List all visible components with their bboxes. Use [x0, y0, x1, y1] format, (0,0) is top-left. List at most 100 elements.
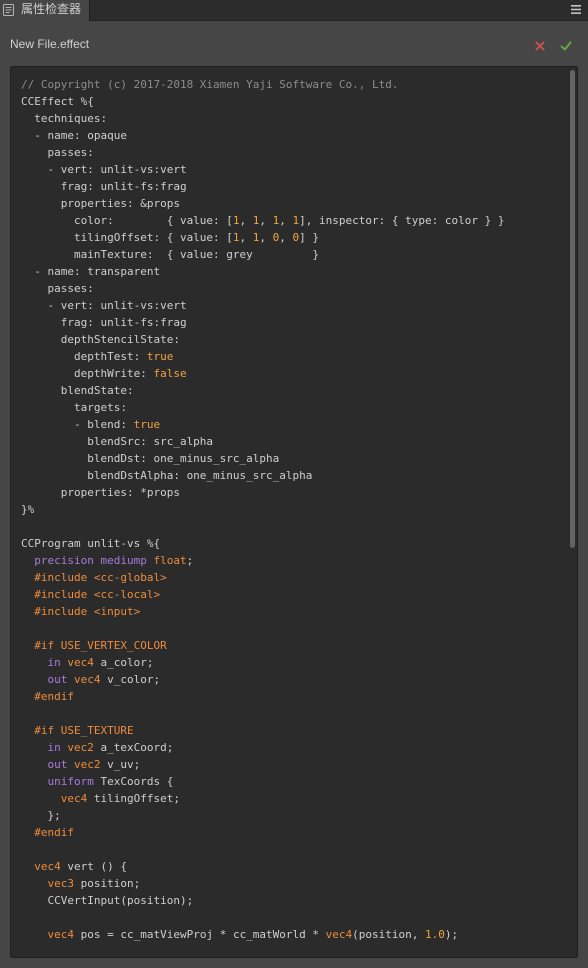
code-line: #if USE_TEXTURE [21, 722, 563, 739]
code-line: in vec4 a_color; [21, 654, 563, 671]
code-line: // Copyright (c) 2017-2018 Xiamen Yaji S… [21, 76, 563, 93]
code-line: - name: transparent [21, 263, 563, 280]
code-line: out vec4 v_color; [21, 671, 563, 688]
code-line: #if USE_VERTEX_COLOR [21, 637, 563, 654]
panel-tab-bar: 属性检查器 [0, 0, 588, 21]
code-line: #include <input> [21, 603, 563, 620]
code-token-literal: true [133, 418, 161, 431]
code-token-directive: #endif [34, 826, 74, 839]
code-token-plain: - name: transparent [21, 265, 161, 278]
code-token-keyword: precision mediump [34, 554, 147, 567]
code-token-plain: tilingOffset; [87, 792, 180, 805]
inspector-icon [3, 4, 14, 16]
code-line: - vert: unlit-vs:vert [21, 161, 563, 178]
code-line: mainTexture: { value: grey } [21, 246, 563, 263]
code-line: CCVertInput(position); [21, 892, 563, 909]
code-token-plain: passes: [21, 282, 94, 295]
code-token-plain: , [279, 214, 293, 227]
editor-scrollbar-thumb[interactable] [570, 70, 575, 548]
code-token-type: vec4 [325, 928, 353, 941]
code-token-keyword: out [47, 758, 68, 771]
code-token-directive: #if USE_TEXTURE [34, 724, 134, 737]
code-token-plain: CCVertInput(position); [21, 894, 194, 907]
code-token-plain: pos = cc_matViewProj * cc_matWorld * [74, 928, 326, 941]
panel-menu-icon[interactable] [570, 4, 582, 15]
code-line: #endif [21, 688, 563, 705]
code-line: - blend: true [21, 416, 563, 433]
code-line: }% [21, 501, 563, 518]
code-token-literal: false [153, 367, 187, 380]
code-token-plain: ] } [299, 231, 320, 244]
code-token-directive: #include <input> [34, 605, 141, 618]
code-token-plain: v_uv; [100, 758, 141, 771]
code-line: tilingOffset: { value: [1, 1, 0, 0] } [21, 229, 563, 246]
tab-inspector[interactable]: 属性检查器 [0, 0, 90, 21]
code-line: techniques: [21, 110, 563, 127]
code-token-plain: , [239, 231, 253, 244]
code-token-plain: depthStencilState: [21, 333, 180, 346]
code-token-keyword: in [47, 656, 61, 669]
asset-filename: New File.effect [10, 37, 90, 51]
code-token-literal: 1 [232, 214, 240, 227]
code-token-plain: frag: unlit-fs:frag [21, 180, 187, 193]
code-content: // Copyright (c) 2017-2018 Xiamen Yaji S… [21, 76, 563, 943]
code-token-plain: , [259, 214, 273, 227]
revert-close-icon[interactable] [534, 40, 546, 52]
code-token-plain: blendState: [21, 384, 134, 397]
code-line: depthWrite: false [21, 365, 563, 382]
code-token-directive: #if USE_VERTEX_COLOR [34, 639, 167, 652]
code-token-plain: vert () { [60, 860, 127, 873]
apply-check-icon[interactable] [560, 40, 572, 52]
code-line: precision mediump float; [21, 552, 563, 569]
code-line: targets: [21, 399, 563, 416]
code-token-plain: mainTexture: { value: grey } [21, 248, 320, 261]
code-line: frag: unlit-fs:frag [21, 314, 563, 331]
code-token-plain: (position, [352, 928, 426, 941]
code-token-comment: // Copyright (c) 2017-2018 Xiamen Yaji S… [21, 78, 399, 91]
tab-label: 属性检查器 [21, 2, 82, 16]
code-line: vec4 vert () { [21, 858, 563, 875]
code-token-plain: , [259, 231, 273, 244]
code-token-plain: properties: *props [21, 486, 180, 499]
code-token-plain: tilingOffset: { value: [ [21, 231, 233, 244]
code-token-directive: #endif [34, 690, 74, 703]
code-line: blendState: [21, 382, 563, 399]
code-line: }; [21, 807, 563, 824]
code-token-plain: blendDstAlpha: one_minus_src_alpha [21, 469, 313, 482]
code-editor[interactable]: // Copyright (c) 2017-2018 Xiamen Yaji S… [10, 66, 578, 958]
code-token-type: vec3 [47, 877, 75, 890]
code-token-type: vec4 [34, 860, 61, 873]
inspector-panel: 属性检查器 New File.effect // Copyright (c) 2… [0, 0, 588, 968]
code-line: in vec2 a_texCoord; [21, 739, 563, 756]
code-line: CCProgram unlit-vs %{ [21, 535, 563, 552]
code-token-plain: - name: opaque [21, 129, 127, 142]
code-line: blendDst: one_minus_src_alpha [21, 450, 563, 467]
code-token-literal: 1.0 [425, 928, 445, 941]
code-token-plain: blendDst: one_minus_src_alpha [21, 452, 280, 465]
code-line: #include <cc-global> [21, 569, 563, 586]
code-token-plain: , [239, 214, 253, 227]
code-line: color: { value: [1, 1, 1, 1], inspector:… [21, 212, 563, 229]
code-token-plain: depthTest: [21, 350, 147, 363]
code-token-plain: - vert: unlit-vs:vert [21, 163, 187, 176]
code-token-plain: a_texCoord; [93, 741, 174, 754]
code-token-plain: ); [444, 928, 459, 941]
code-token-keyword: uniform [47, 775, 94, 788]
code-token-plain: - blend: [21, 418, 134, 431]
code-line: passes: [21, 144, 563, 161]
code-line: frag: unlit-fs:frag [21, 178, 563, 195]
